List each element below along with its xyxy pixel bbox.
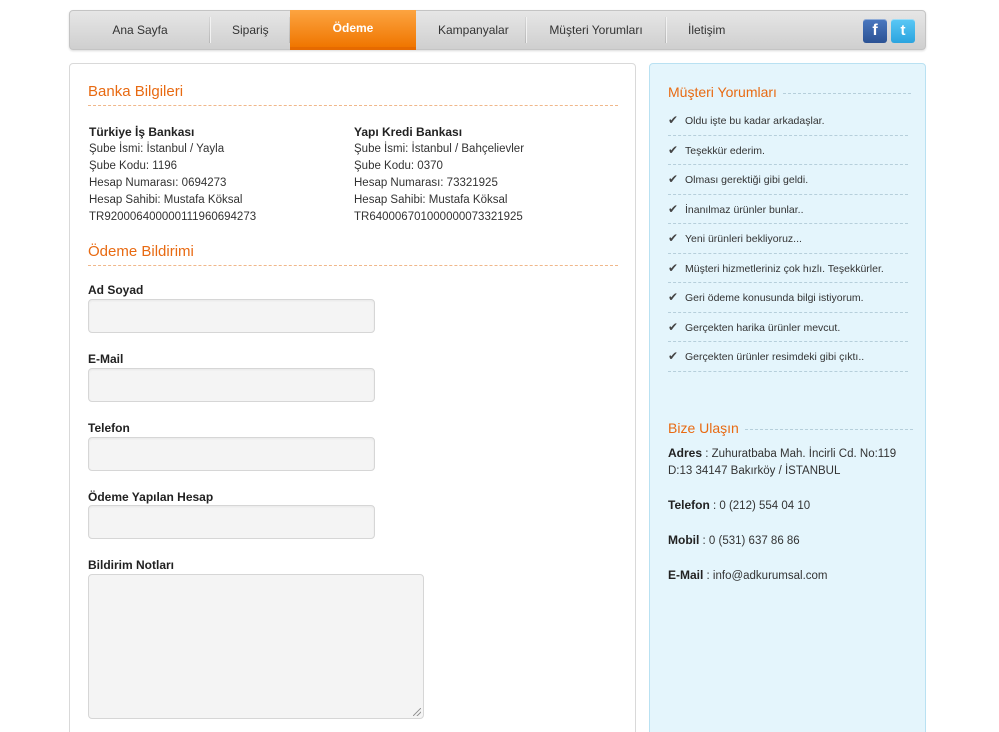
bank-info-title-text: Banka Bilgileri <box>88 83 184 100</box>
contact-phone: Telefon : 0 (212) 554 04 10 <box>668 497 908 515</box>
contact-title-text: Bize Ulaşın <box>668 420 739 436</box>
review-text: İnanılmaz ürünler bunlar.. <box>685 203 804 216</box>
check-icon: ✔ <box>668 349 679 363</box>
check-icon: ✔ <box>668 319 679 334</box>
nav-item-home[interactable]: Ana Sayfa <box>70 11 210 49</box>
review-text: Gerçekten harika ürünler mevcut. <box>685 321 841 334</box>
email-input[interactable] <box>88 368 375 402</box>
email-contact-value[interactable]: : info@adkurumsal.com <box>703 570 828 582</box>
nav-item-payment-notice[interactable]: Ödeme Bildirimi <box>290 10 416 71</box>
check-icon: ✔ <box>668 201 679 216</box>
bank-account-owner: Hesap Sahibi: Mustafa Köksal <box>354 194 508 206</box>
phone-value: : 0 (212) 554 04 10 <box>709 500 811 512</box>
bank-iban: TR640006701000000073321925 <box>354 211 523 223</box>
email-label: E-Mail <box>88 352 124 366</box>
payment-notice-title: Ödeme Bildirimi <box>88 243 618 266</box>
check-icon: ✔ <box>668 172 679 186</box>
check-icon: ✔ <box>668 260 679 275</box>
bank-info-title: Banka Bilgileri <box>88 83 618 106</box>
address-value: : Zuhuratbaba Mah. İncirli Cd. No:119 D:… <box>668 448 897 477</box>
notes-label: Bildirim Notları <box>88 558 175 572</box>
nav-items: Ana Sayfa Sipariş Ver Ödeme Bildirimi Ka… <box>70 10 746 75</box>
resize-grip-icon[interactable] <box>413 708 421 716</box>
review-text: Teşekkür ederim. <box>685 144 765 157</box>
title-rule <box>782 92 911 94</box>
nav-item-label: Kampanyalar <box>438 23 509 37</box>
social-links: f t <box>863 19 915 43</box>
mobile-label: Mobil <box>668 533 700 547</box>
review-item[interactable]: ✔ Gerçekten ürünler resimdeki gibi çıktı.… <box>668 342 908 372</box>
nav-item-order[interactable]: Sipariş Ver <box>210 11 290 75</box>
review-item[interactable]: ✔ Teşekkür ederim. <box>668 136 908 165</box>
check-icon: ✔ <box>668 231 679 245</box>
review-item[interactable]: ✔ Gerçekten harika ürünler mevcut. <box>668 313 908 342</box>
name-input[interactable] <box>88 299 375 333</box>
review-item[interactable]: ✔ Oldu işte bu kadar arkadaşlar. <box>668 106 908 136</box>
review-text: Olması gerektiği gibi geldi. <box>685 174 809 186</box>
bank-branch-code: Şube Kodu: 0370 <box>354 160 443 172</box>
notes-textarea[interactable] <box>88 574 424 719</box>
review-text: Geri ödeme konusunda bilgi istiyorum. <box>685 292 864 304</box>
review-item[interactable]: ✔ Müşteri hizmetleriniz çok hızlı. Teşekk… <box>668 254 908 283</box>
name-label: Ad Soyad <box>88 283 144 297</box>
contact-email: E-Mail : info@adkurumsal.com <box>668 567 908 585</box>
reviews-title: Müşteri Yorumları <box>668 84 911 100</box>
review-text: Yeni ürünleri bekliyoruz... <box>685 233 802 245</box>
main-nav: Ana Sayfa Sipariş Ver Ödeme Bildirimi Ka… <box>69 10 926 75</box>
paid-account-label: Ödeme Yapılan Hesap <box>88 490 214 504</box>
mobile-value: : 0 (531) 637 86 86 <box>699 535 800 547</box>
phone-label: Telefon <box>88 421 130 435</box>
contact-mobile: Mobil : 0 (531) 637 86 86 <box>668 532 908 550</box>
twitter-icon[interactable]: t <box>891 19 915 43</box>
contact-address: Adres : Zuhuratbaba Mah. İncirli Cd. No:… <box>668 445 908 480</box>
bank-name: Türkiye İş Bankası <box>89 125 195 139</box>
bank-branch: Şube İsmi: İstanbul / Bahçelievler <box>354 143 525 155</box>
bank-branch-code: Şube Kodu: 1196 <box>89 160 178 172</box>
review-text: Oldu işte bu kadar arkadaşlar. <box>685 115 825 127</box>
bank-block-yapikredi: Yapı Kredi Bankası Şube İsmi: İstanbul /… <box>354 124 524 226</box>
check-icon: ✔ <box>668 113 679 127</box>
contact-title: Bize Ulaşın <box>668 420 913 436</box>
main-panel: Banka Bilgileri Türkiye İş Bankası Şube … <box>69 63 636 732</box>
nav-item-label: İletişim <box>688 23 726 37</box>
address-label: Adres <box>668 446 703 460</box>
facebook-icon[interactable]: f <box>863 19 887 43</box>
review-text: Müşteri hizmetleriniz çok hızlı. Teşekkü… <box>685 262 884 275</box>
review-list: ✔ Oldu işte bu kadar arkadaşlar. ✔ Teşekkü… <box>668 106 908 372</box>
nav-item-contact[interactable]: İletişim <box>666 11 746 49</box>
title-rule <box>744 428 913 430</box>
check-icon: ✔ <box>668 142 679 157</box>
sidebar: Müşteri Yorumları ✔ Oldu işte bu kadar ar… <box>649 63 926 732</box>
phone-input[interactable] <box>88 437 375 471</box>
title-divider <box>88 105 618 106</box>
reviews-title-text: Müşteri Yorumları <box>668 84 777 100</box>
review-item[interactable]: ✔ Geri ödeme konusunda bilgi istiyorum. <box>668 283 908 313</box>
review-item[interactable]: ✔ Yeni ürünleri bekliyoruz... <box>668 224 908 254</box>
nav-item-label: Müşteri Yorumları <box>549 23 643 37</box>
bank-name: Yapı Kredi Bankası <box>354 125 463 139</box>
bank-account-number: Hesap Numarası: 73321925 <box>354 177 498 189</box>
title-divider <box>88 265 618 266</box>
review-item[interactable]: ✔ Olması gerektiği gibi geldi. <box>668 165 908 195</box>
phone-label: Telefon <box>668 498 710 512</box>
nav-item-campaigns[interactable]: Kampanyalar <box>416 11 526 49</box>
email-contact-label: E-Mail <box>668 568 704 582</box>
review-item[interactable]: ✔ İnanılmaz ürünler bunlar.. <box>668 195 908 224</box>
paid-account-input[interactable] <box>88 505 375 539</box>
bank-iban: TR920006400000111960694273 <box>89 211 257 223</box>
bank-block-isbank: Türkiye İş Bankası Şube İsmi: İstanbul /… <box>89 124 256 226</box>
check-icon: ✔ <box>668 290 679 304</box>
bank-account-number: Hesap Numarası: 0694273 <box>89 177 227 189</box>
payment-notice-title-text: Ödeme Bildirimi <box>88 243 194 260</box>
nav-item-label: Ana Sayfa <box>112 23 168 37</box>
bank-branch: Şube İsmi: İstanbul / Yayla <box>89 143 225 155</box>
review-text: Gerçekten ürünler resimdeki gibi çıktı.. <box>685 351 865 363</box>
nav-item-reviews[interactable]: Müşteri Yorumları <box>526 11 666 49</box>
bank-account-owner: Hesap Sahibi: Mustafa Köksal <box>89 194 243 206</box>
